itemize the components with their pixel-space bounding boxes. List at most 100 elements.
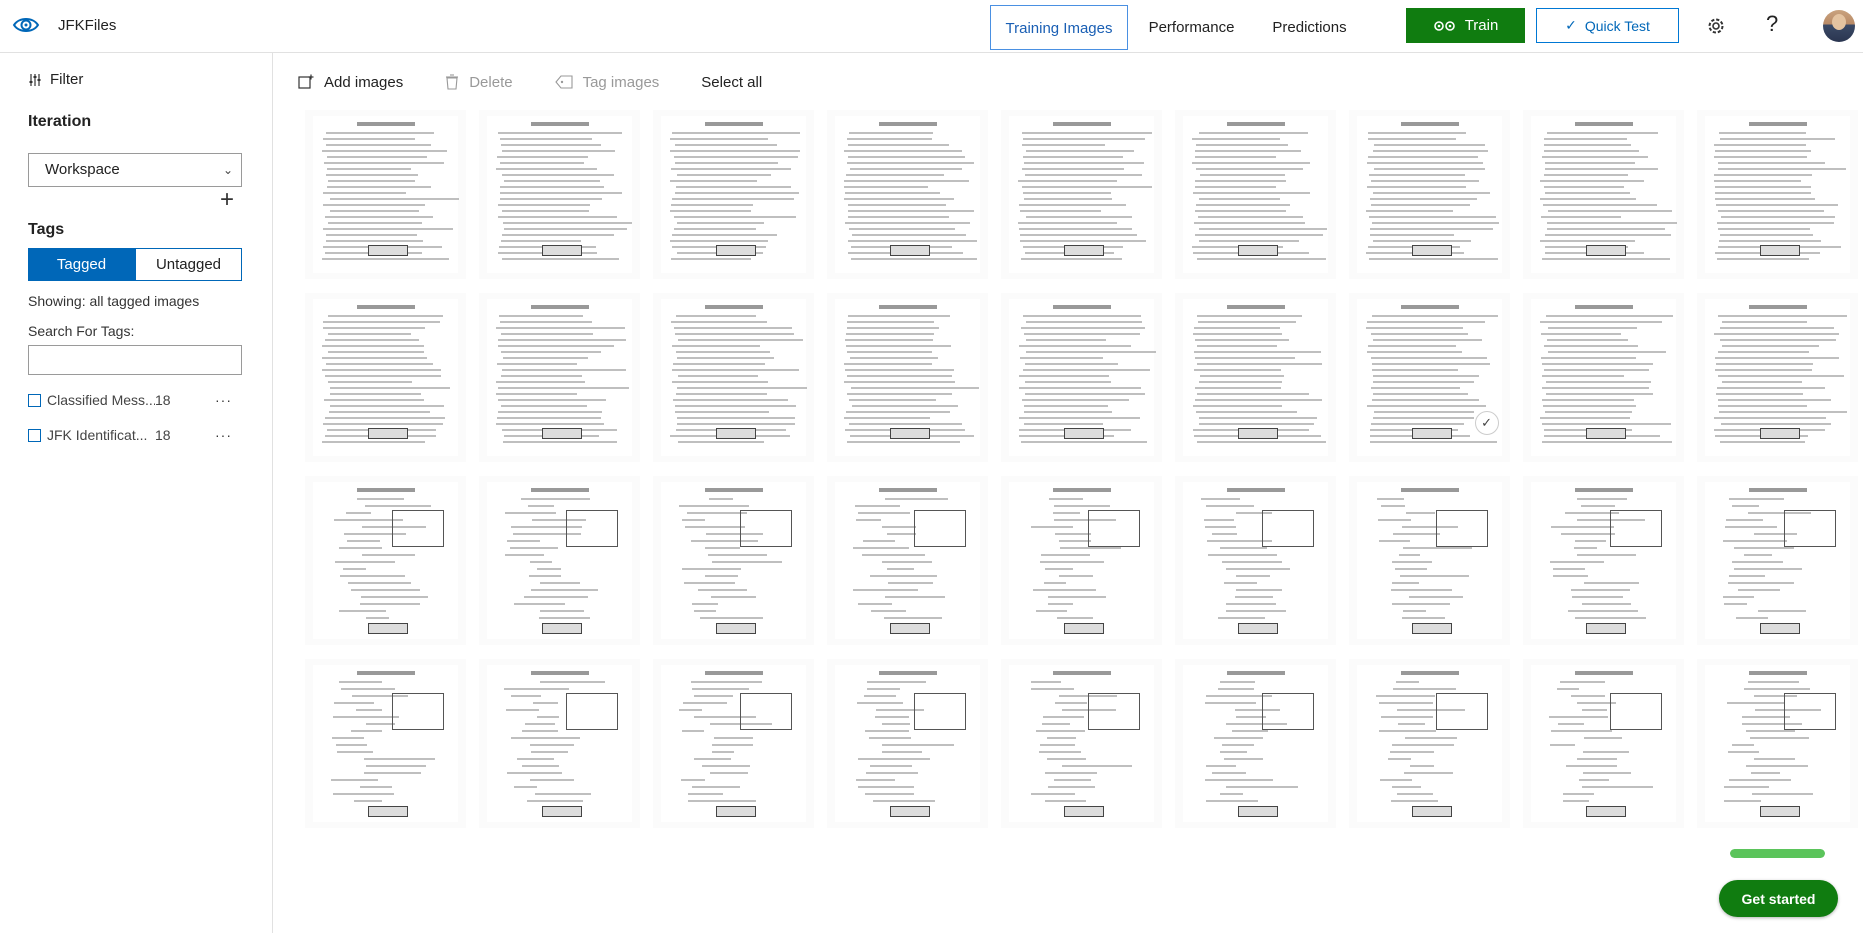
tab-performance[interactable]: Performance (1143, 5, 1240, 50)
text-line (857, 786, 914, 788)
document-header (1574, 488, 1633, 492)
settings-gear-icon[interactable] (1705, 15, 1727, 37)
text-line (530, 779, 575, 781)
image-thumbnail[interactable] (653, 476, 814, 645)
image-thumbnail[interactable] (653, 659, 814, 828)
image-thumbnail[interactable] (827, 476, 988, 645)
quick-test-button[interactable]: ✓ Quick Test (1536, 8, 1679, 43)
text-line (1223, 758, 1263, 760)
classification-stamp (1412, 244, 1452, 256)
add-images-button[interactable]: Add images (298, 74, 403, 91)
filter-button[interactable]: Filter (28, 71, 83, 88)
more-options-icon[interactable]: ··· (215, 392, 232, 408)
tag-row[interactable]: JFK Identificat... 18 ··· (28, 425, 242, 445)
train-button[interactable]: Train (1406, 8, 1525, 43)
image-thumbnail[interactable]: ✓ (1349, 293, 1510, 462)
project-name[interactable]: JFKFiles (58, 17, 116, 34)
image-thumbnail[interactable] (1175, 110, 1336, 279)
add-tag-plus-icon[interactable]: + (220, 186, 234, 214)
image-thumbnail[interactable] (827, 293, 988, 462)
image-thumbnail[interactable] (1523, 110, 1684, 279)
text-line (497, 399, 607, 401)
text-line (672, 132, 801, 134)
image-thumbnail[interactable] (1001, 659, 1162, 828)
search-tags-input[interactable] (28, 345, 242, 375)
iteration-select[interactable]: Workspace ⌄ (28, 153, 242, 187)
tab-predictions[interactable]: Predictions (1262, 5, 1357, 50)
image-thumbnail[interactable] (827, 659, 988, 828)
tag-images-button[interactable]: Tag images (554, 74, 659, 91)
text-line (1049, 498, 1083, 500)
image-thumbnail[interactable] (479, 110, 640, 279)
image-thumbnail[interactable] (1175, 659, 1336, 828)
text-line (1373, 393, 1468, 395)
custom-vision-eye-logo-icon[interactable] (12, 13, 40, 37)
image-thumbnail[interactable] (653, 110, 814, 279)
text-line (1198, 417, 1318, 419)
selection-check-icon[interactable]: ✓ (1474, 411, 1499, 436)
checkmark-icon: ✓ (1565, 17, 1577, 33)
image-thumbnail[interactable] (1523, 659, 1684, 828)
text-line (325, 144, 431, 146)
image-thumbnail[interactable] (827, 110, 988, 279)
text-line (1410, 765, 1434, 767)
image-thumbnail[interactable] (1697, 110, 1858, 279)
image-thumbnail[interactable] (1175, 476, 1336, 645)
image-thumbnail[interactable] (305, 476, 466, 645)
untagged-toggle-button[interactable]: Untagged (135, 248, 242, 281)
image-thumbnail[interactable] (1349, 659, 1510, 828)
image-thumbnail[interactable] (1349, 476, 1510, 645)
text-line (499, 138, 592, 140)
tagged-toggle-button[interactable]: Tagged (28, 248, 135, 281)
document-header (878, 488, 937, 492)
text-line (1196, 204, 1291, 206)
image-thumbnail[interactable] (305, 293, 466, 462)
help-icon[interactable]: ? (1766, 11, 1778, 37)
text-line (1204, 779, 1274, 781)
tag-checkbox[interactable] (28, 428, 41, 442)
image-thumbnail[interactable] (653, 293, 814, 462)
image-thumbnail[interactable] (1697, 476, 1858, 645)
image-thumbnail[interactable] (479, 476, 640, 645)
text-line (678, 441, 764, 443)
text-line (1577, 758, 1618, 760)
text-line (516, 758, 554, 760)
text-line (365, 723, 396, 725)
text-line (502, 150, 616, 152)
text-line (1194, 210, 1287, 212)
tag-checkbox[interactable] (28, 393, 41, 407)
image-thumbnail[interactable] (1697, 659, 1858, 828)
text-line (496, 168, 597, 170)
text-line (1373, 411, 1474, 413)
image-thumbnail[interactable] (305, 659, 466, 828)
text-line (857, 603, 892, 605)
image-thumbnail[interactable] (479, 659, 640, 828)
image-thumbnail[interactable] (1523, 293, 1684, 462)
document-header (1400, 122, 1459, 126)
text-line (1397, 793, 1434, 795)
tab-training-images[interactable]: Training Images (990, 5, 1128, 50)
text-line (844, 222, 971, 224)
document-scan (1009, 116, 1154, 273)
image-thumbnail[interactable] (1349, 110, 1510, 279)
tag-row[interactable]: Classified Mess... 18 ··· (28, 390, 242, 410)
document-header (530, 671, 589, 675)
text-line (887, 568, 915, 570)
text-line (1023, 405, 1109, 407)
text-line (1548, 327, 1637, 329)
image-thumbnail[interactable] (1001, 110, 1162, 279)
user-avatar[interactable] (1823, 10, 1855, 42)
text-line (1575, 540, 1606, 542)
image-thumbnail[interactable] (1001, 293, 1162, 462)
image-thumbnail[interactable] (1523, 476, 1684, 645)
delete-button[interactable]: Delete (445, 74, 513, 91)
more-options-icon[interactable]: ··· (215, 427, 232, 443)
image-thumbnail[interactable] (479, 293, 640, 462)
image-thumbnail[interactable] (1001, 476, 1162, 645)
image-thumbnail[interactable] (305, 110, 466, 279)
get-started-button[interactable]: Get started (1719, 880, 1838, 917)
image-thumbnail[interactable] (1175, 293, 1336, 462)
select-all-button[interactable]: Select all (701, 74, 762, 91)
image-thumbnail[interactable] (1697, 293, 1858, 462)
text-line (1750, 737, 1809, 739)
